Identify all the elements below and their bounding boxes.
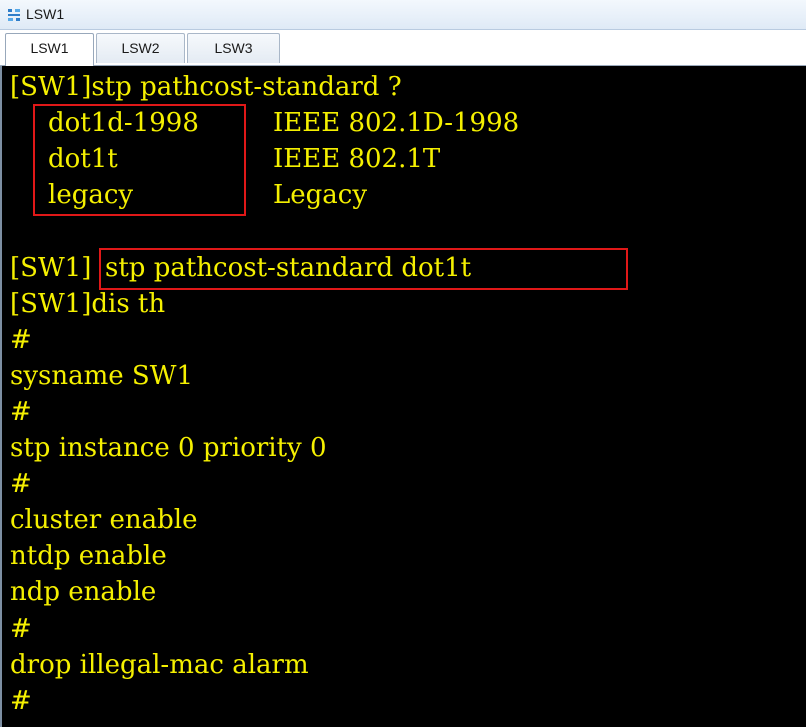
tab-label: LSW1 xyxy=(30,40,69,56)
output-line: # xyxy=(10,614,32,644)
command-highlight-box xyxy=(99,248,628,290)
output-line: # xyxy=(10,686,32,716)
option-description: Legacy xyxy=(273,180,368,210)
terminal-output[interactable]: [SW1]stp pathcost-standard ? dot1d-1998 … xyxy=(0,66,806,727)
command-prompt: [SW1] xyxy=(10,253,92,283)
tab-lsw2[interactable]: LSW2 xyxy=(96,33,185,63)
output-line: drop illegal-mac alarm xyxy=(10,650,309,680)
output-line: stp instance 0 priority 0 xyxy=(10,433,327,463)
options-highlight-box xyxy=(33,104,246,216)
output-line: # xyxy=(10,397,32,427)
tab-lsw1[interactable]: LSW1 xyxy=(5,33,94,66)
output-line: # xyxy=(10,469,32,499)
tab-bar: LSW1 LSW2 LSW3 xyxy=(0,30,806,66)
output-line: [SW1]dis th xyxy=(10,289,166,319)
output-line: ntdp enable xyxy=(10,541,167,571)
tab-label: LSW3 xyxy=(214,40,253,56)
tab-lsw3[interactable]: LSW3 xyxy=(187,33,280,63)
output-line: ndp enable xyxy=(10,577,157,607)
option-description: IEEE 802.1D-1998 xyxy=(273,108,520,138)
option-description: IEEE 802.1T xyxy=(273,144,441,174)
network-switch-icon xyxy=(8,9,20,21)
output-line: # xyxy=(10,325,32,355)
terminal-window: LSW1 LSW1 LSW2 LSW3 [SW1]stp pathcost-st… xyxy=(0,0,806,727)
title-bar: LSW1 xyxy=(0,0,806,30)
window-title: LSW1 xyxy=(26,6,65,22)
command-line: [SW1]stp pathcost-standard ? xyxy=(10,72,402,102)
output-line: cluster enable xyxy=(10,505,198,535)
output-line: sysname SW1 xyxy=(10,361,194,391)
tab-label: LSW2 xyxy=(121,40,160,56)
